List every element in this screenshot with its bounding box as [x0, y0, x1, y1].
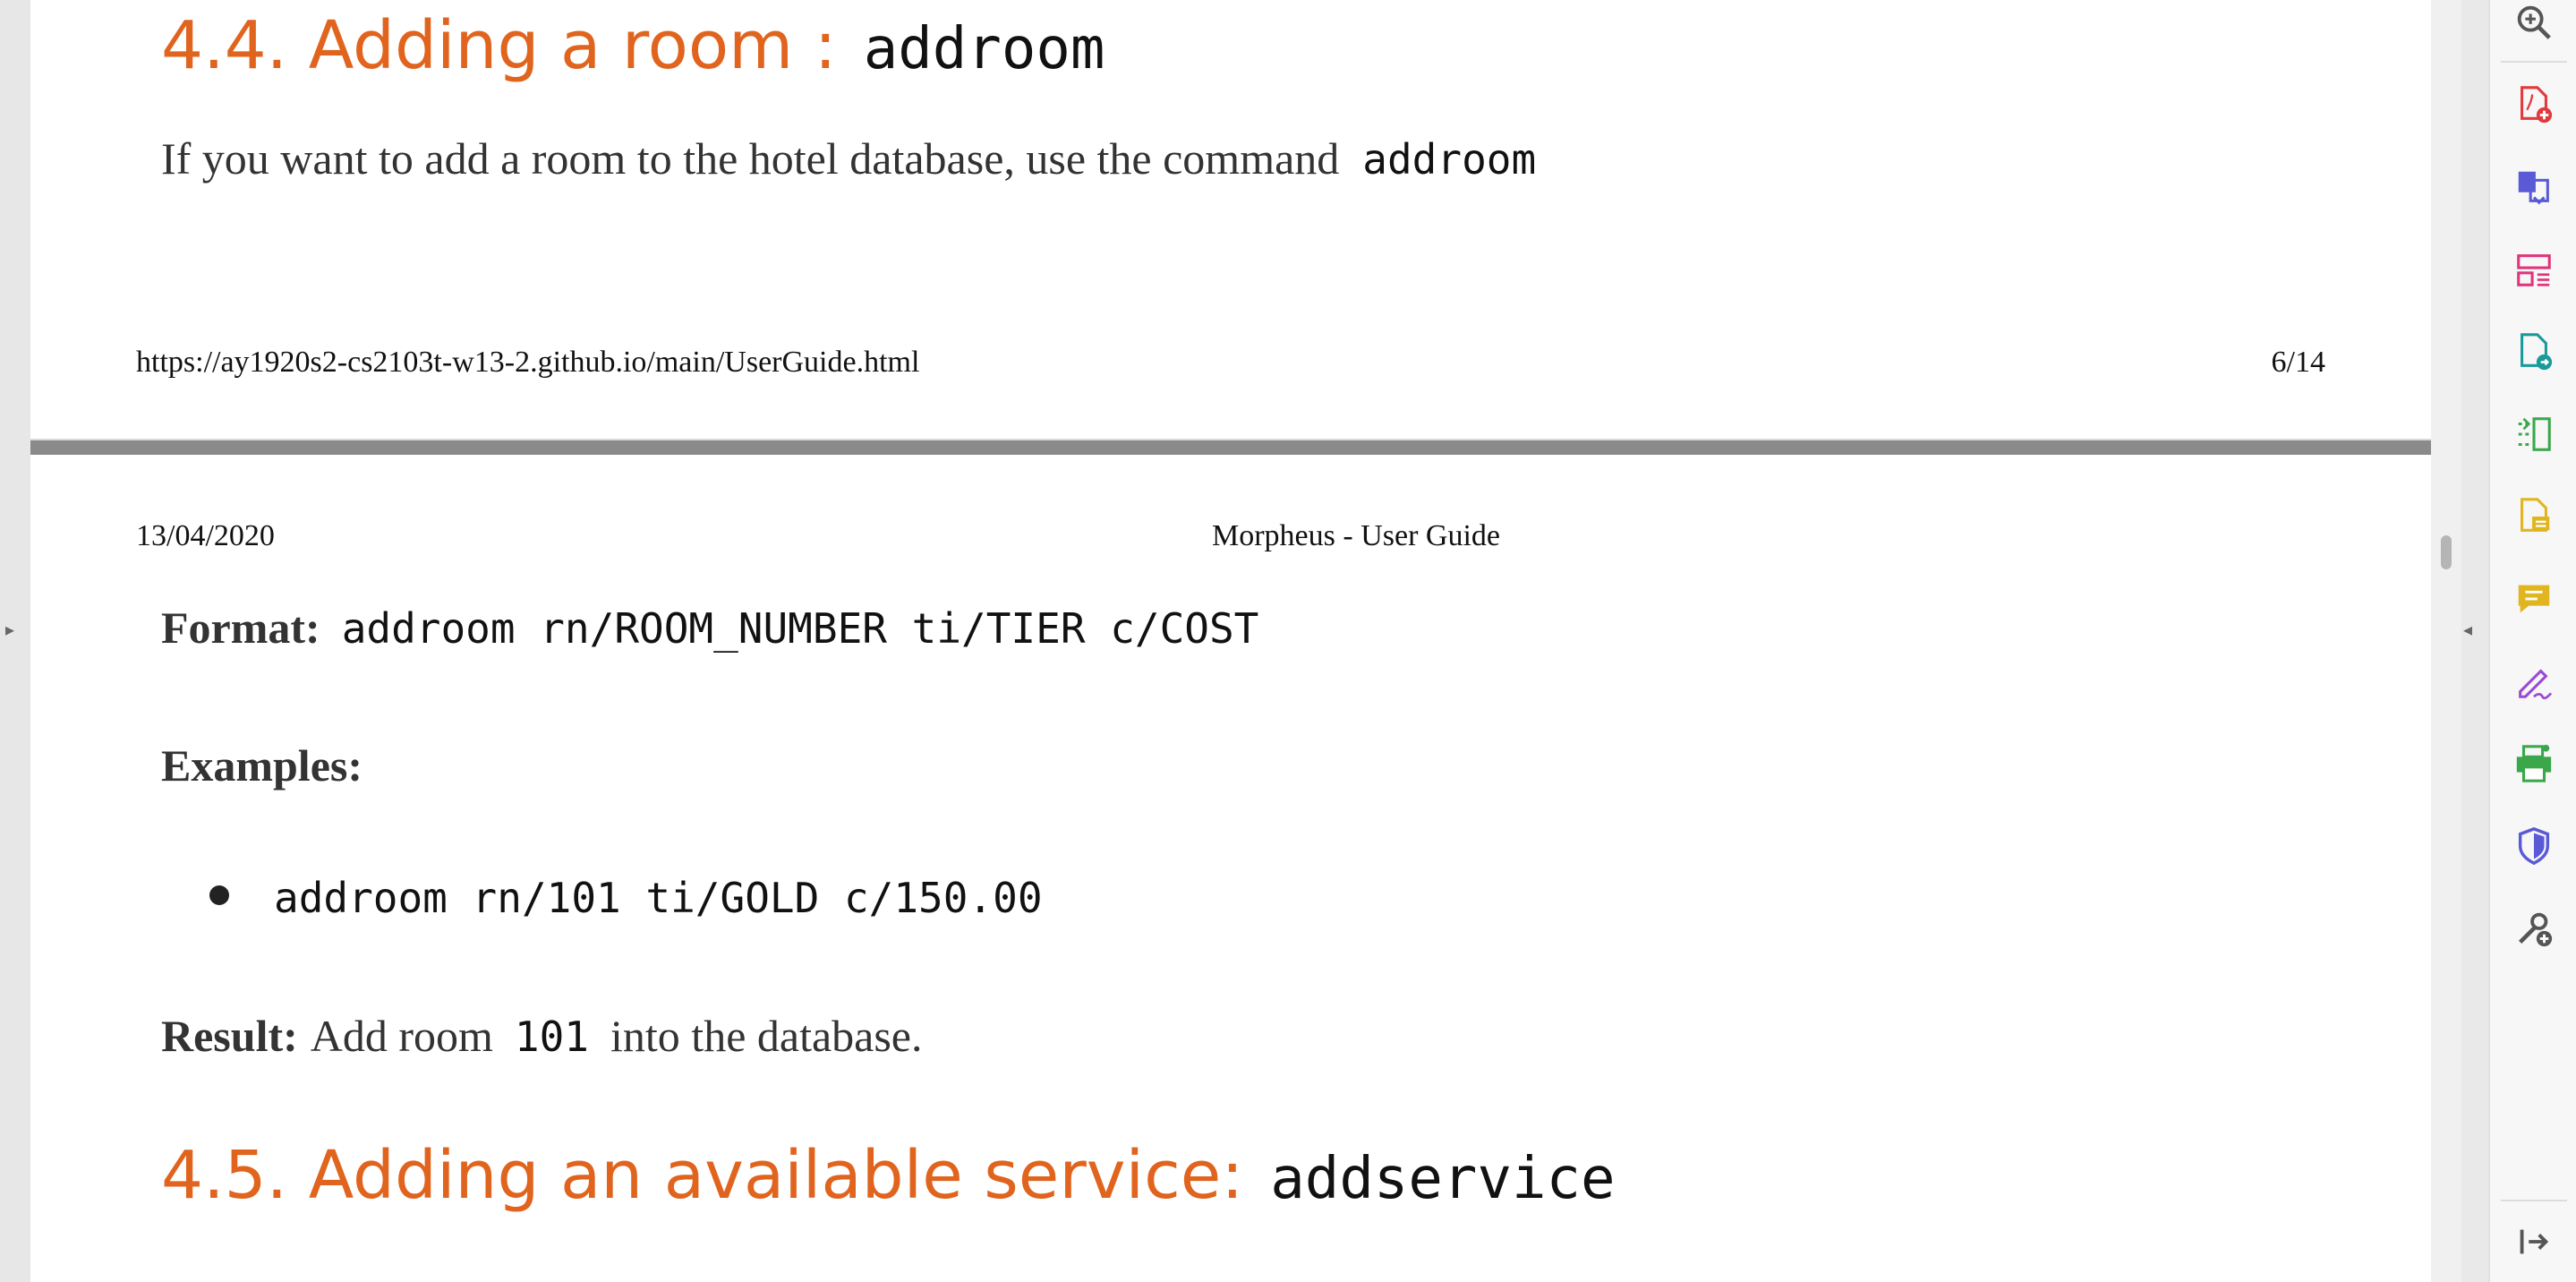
page-header-date: 13/04/2020 [136, 519, 275, 552]
vertical-scrollbar[interactable] [2431, 0, 2461, 1282]
left-panel-expand-icon[interactable]: ▸ [5, 616, 21, 643]
left-gutter: ▸ [0, 0, 30, 1282]
scrollbar-thumb[interactable] [2441, 535, 2452, 569]
result-code: 101 [514, 1013, 590, 1061]
fill-sign-icon[interactable] [2512, 659, 2556, 704]
example-command: addroom rn/101 ti/GOLD c/150.00 [274, 874, 1043, 922]
zoom-icon[interactable] [2512, 0, 2556, 45]
section-heading-addroom: 4.4. Adding a room : addroom [161, 7, 1105, 84]
heading-command: addservice [1270, 1146, 1616, 1212]
tools-panel [2488, 0, 2576, 1282]
heading-text: 4.5. Adding an available service: [161, 1137, 1244, 1214]
format-label: Format: [161, 603, 320, 653]
protect-icon[interactable] [2512, 824, 2556, 868]
result-line: Result: Add room 101 into the database. [161, 1010, 923, 1062]
create-pdf-icon[interactable] [2512, 82, 2556, 127]
result-label: Result: [161, 1011, 298, 1061]
page-separator [30, 440, 2431, 455]
section-heading-addservice: 4.5. Adding an available service: addser… [161, 1137, 1616, 1214]
examples-label: Examples: [161, 740, 363, 791]
edit-pdf-icon[interactable] [2512, 494, 2556, 539]
print-production-icon[interactable] [2512, 741, 2556, 786]
format-value: addroom rn/ROOM_NUMBER ti/TIER c/COST [341, 604, 1259, 653]
document-viewer[interactable]: 4.4. Adding a room : addroom If you want… [30, 0, 2431, 1282]
comment-icon[interactable] [2512, 577, 2556, 621]
intro-command: addroom [1362, 135, 1537, 184]
page-6: 4.4. Adding a room : addroom If you want… [30, 0, 2431, 439]
heading-text: 4.4. Adding a room : [161, 7, 837, 84]
intro-paragraph: If you want to add a room to the hotel d… [161, 132, 1536, 184]
collapse-panel-icon[interactable] [2512, 1219, 2556, 1264]
intro-text: If you want to add a room to the hotel d… [161, 133, 1340, 184]
page-footer-number: 6/14 [2271, 346, 2325, 379]
bullet-icon [209, 885, 229, 905]
right-panel-collapse-icon[interactable]: ◂ [2463, 616, 2479, 643]
page-7: 13/04/2020 Morpheus - User Guide Format:… [30, 455, 2431, 1282]
export-pdf-icon[interactable] [2512, 329, 2556, 374]
more-tools-icon[interactable] [2512, 906, 2556, 951]
combine-files-icon[interactable] [2512, 165, 2556, 209]
page-footer-url: https://ay1920s2-cs2103t-w13-2.github.io… [136, 346, 920, 379]
tools-divider [2501, 1200, 2567, 1201]
tools-divider [2501, 61, 2567, 63]
heading-command: addroom [863, 16, 1105, 82]
organize-pages-icon[interactable] [2512, 247, 2556, 292]
result-text-post: into the database. [610, 1011, 923, 1061]
page-header-title: Morpheus - User Guide [1212, 519, 1500, 552]
list-item: addroom rn/101 ti/GOLD c/150.00 [209, 874, 1043, 922]
format-line: Format: addroom rn/ROOM_NUMBER ti/TIER c… [161, 602, 1258, 654]
result-text-pre: Add room [310, 1011, 493, 1061]
compress-icon[interactable] [2512, 412, 2556, 457]
